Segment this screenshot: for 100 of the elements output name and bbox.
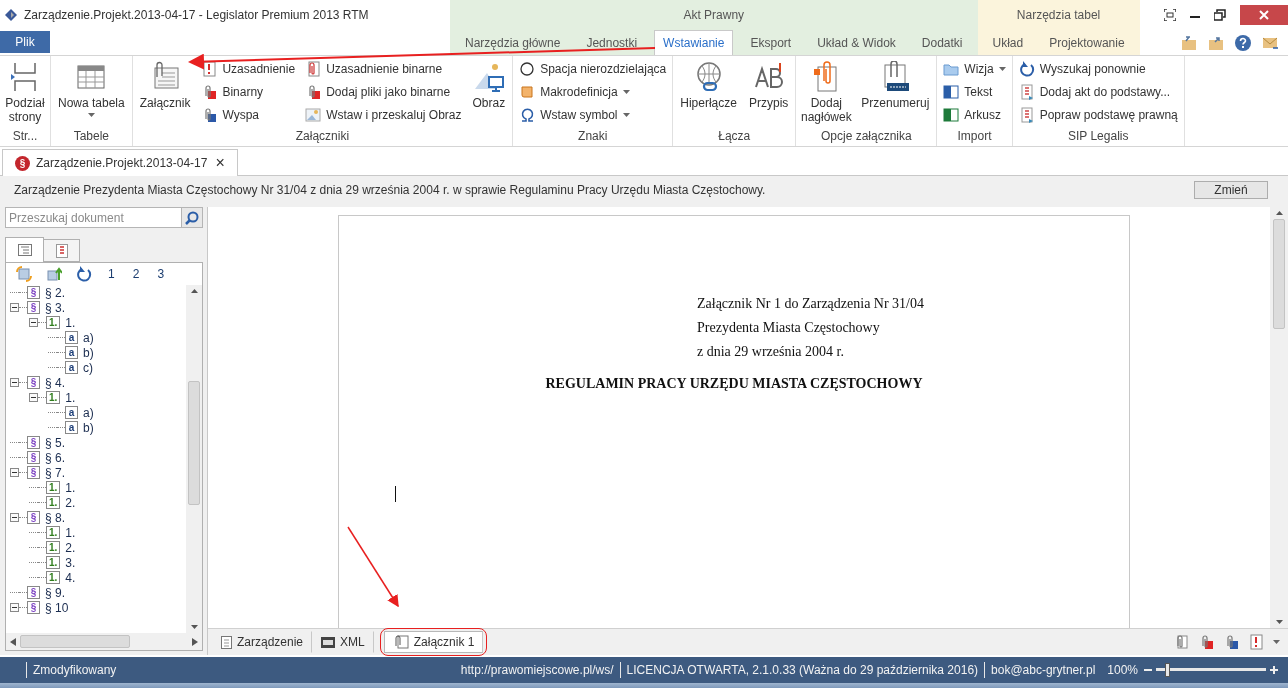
ribbon-tab[interactable]: Projektowanie — [1040, 30, 1134, 55]
tree-node-icon: 1. — [46, 541, 61, 554]
ribbon-group-label: Import — [956, 128, 993, 145]
ribbon-button[interactable]: Uzasadnienie — [199, 59, 298, 79]
tree-node-icon: 1. — [46, 556, 61, 569]
tree-item[interactable]: § 2. — [45, 285, 65, 300]
ribbon-button[interactable]: Wstaw symbol — [517, 105, 669, 125]
ribbon-button[interactable]: Wizja — [941, 59, 1008, 79]
tree-item[interactable]: § 5. — [45, 435, 65, 450]
ribbon-group-label: Łącza — [717, 128, 752, 145]
tree-item[interactable]: c) — [83, 360, 93, 375]
ribbon-button[interactable]: Tekst — [941, 82, 1008, 102]
ribbon-button[interactable]: Dodaj akt do podstawy... — [1016, 82, 1180, 102]
tree-node-icon: 1. — [46, 481, 61, 494]
ribbon-button[interactable]: Wyspa — [199, 105, 298, 125]
ribbon-group-label: Tabele — [72, 128, 111, 145]
tree-item[interactable]: 4. — [65, 570, 76, 585]
ribbon-group-label: Opcje załącznika — [819, 128, 913, 145]
tree-item[interactable]: 1. — [65, 525, 76, 540]
tree-item[interactable]: § 6. — [45, 450, 65, 465]
tree-item[interactable]: 1. — [65, 390, 76, 405]
status-text: bok@abc-grytner.pl — [984, 662, 1102, 678]
tree-node-icon: § — [27, 451, 40, 464]
ribbon-button[interactable]: Obraz — [469, 59, 509, 128]
document-text: Prezydenta Miasta Częstochowy — [697, 320, 881, 336]
ribbon-tab[interactable]: Układ — [983, 30, 1033, 55]
tree-item[interactable]: § 7. — [45, 465, 65, 480]
tree-node-icon: § — [27, 376, 40, 389]
view-tab[interactable]: Załącznik 1 — [383, 631, 484, 653]
ribbon-tab[interactable]: Jednostki — [577, 30, 647, 55]
search-field[interactable]: Przeszukaj dokument — [5, 207, 181, 228]
change-button[interactable]: Zmień — [1194, 180, 1268, 199]
tree-item[interactable]: 2. — [65, 540, 76, 555]
tree-node-icon: a — [65, 421, 78, 434]
tree-node-icon: 1. — [46, 526, 61, 539]
status-text: Zmodyfikowany — [26, 662, 455, 678]
tree-node-icon: 1. — [46, 391, 61, 404]
document-text: z dnia 29 września 2004 r. — [697, 344, 845, 360]
zoom-percent: 100% — [1106, 662, 1139, 678]
view-tab[interactable]: XML — [312, 631, 374, 653]
document-description: Zarządzenie Prezydenta Miasta Częstochowy Nr 31/04 z dnia 29 września 2004 r. w sprawie Regulaminu Pracy Urzędu Miasta Częstochowy. — [14, 182, 766, 197]
ribbon-button[interactable]: Popraw podstawę prawną — [1016, 105, 1180, 125]
tree-item[interactable]: b) — [83, 420, 94, 435]
ribbon-group-label: Załączniki — [294, 128, 351, 145]
tree-item[interactable]: 1. — [65, 480, 76, 495]
tree-item[interactable]: 2. — [65, 495, 76, 510]
ribbon-button[interactable]: Przypis — [745, 59, 792, 128]
tree-node-icon: a — [65, 406, 78, 419]
tree-item[interactable]: § 10 — [45, 600, 69, 615]
tree-node-icon: a — [65, 361, 78, 374]
tree-node-icon: § — [27, 586, 40, 599]
ribbon-group-label: Str... — [11, 128, 39, 145]
level-button[interactable]: 1 — [106, 267, 117, 281]
ribbon-button[interactable]: Podział strony — [4, 59, 46, 128]
tree-item[interactable]: § 3. — [45, 300, 65, 315]
ribbon-button[interactable]: Załącznik — [136, 59, 194, 128]
close-tab-button[interactable]: × — [213, 154, 227, 172]
tree-item[interactable]: a) — [83, 405, 94, 420]
document-tab[interactable]: § Zarządzenie.Projekt.2013-04-17 × — [2, 149, 238, 176]
tab-group-label: Akt Prawny — [682, 7, 746, 24]
view-tab[interactable]: Zarządzenie — [212, 631, 313, 653]
tree-item[interactable]: § 8. — [45, 510, 65, 525]
ribbon-button[interactable]: Binarny — [199, 82, 298, 102]
level-button[interactable]: 3 — [155, 267, 167, 281]
tree-node-icon: § — [27, 301, 40, 314]
ribbon-tab[interactable]: Eksport — [741, 30, 801, 55]
ribbon-button[interactable]: Makrodefinicja — [517, 82, 669, 102]
tree-item[interactable]: § 4. — [45, 375, 65, 390]
tree-item[interactable]: b) — [83, 345, 94, 360]
ribbon-button[interactable]: Hiperłącze — [677, 59, 740, 128]
ribbon-tab[interactable]: Układ & Widok — [808, 30, 905, 55]
level-button[interactable]: 2 — [130, 267, 142, 281]
tree-node-icon: § — [27, 601, 40, 614]
ribbon-button[interactable]: Wstaw i przeskaluj Obraz — [303, 105, 464, 125]
ribbon-tab[interactable]: Dodatki — [912, 30, 972, 55]
ribbon-button[interactable]: Przenumeruj — [858, 59, 933, 128]
tree-item[interactable]: § 9. — [45, 585, 65, 600]
ribbon-button[interactable]: Spacja nierozdzielająca — [517, 59, 669, 79]
ribbon-button[interactable]: Wyszukaj ponownie — [1016, 59, 1180, 79]
file-menu-button[interactable]: Plik — [0, 31, 50, 53]
ribbon-button[interactable]: Dodaj nagłówek — [800, 59, 853, 128]
ribbon-button[interactable]: Uzasadnienie binarne — [303, 59, 464, 79]
tree-node-icon: § — [27, 466, 40, 479]
tree-node-icon: a — [65, 331, 78, 344]
tree-item[interactable]: a) — [83, 330, 94, 345]
tree-node-icon: § — [27, 436, 40, 449]
ribbon-button[interactable]: Nowa tabela — [55, 59, 128, 128]
document-icon: § — [15, 155, 30, 171]
window-title: Zarządzenie.Projekt.2013-04-17 - Legislator Premium 2013 RTM — [24, 8, 369, 22]
ribbon-button[interactable]: Arkusz — [941, 105, 1008, 125]
status-text: http://prawomiejscowe.pl/ws/ — [459, 662, 615, 678]
tree-node-icon: 1. — [46, 571, 61, 584]
tree-item[interactable]: 3. — [65, 555, 76, 570]
ribbon-group-label: SIP Legalis — [1067, 128, 1130, 145]
ribbon-tab[interactable]: Narzędzia główne — [456, 30, 570, 55]
ribbon-tab[interactable]: Wstawianie — [654, 30, 734, 55]
ribbon-button[interactable]: Dodaj pliki jako binarne — [303, 82, 464, 102]
ribbon-group-label: Znaki — [577, 128, 609, 145]
tree-node-icon: 1. — [46, 316, 61, 329]
tree-item[interactable]: 1. — [65, 315, 76, 330]
